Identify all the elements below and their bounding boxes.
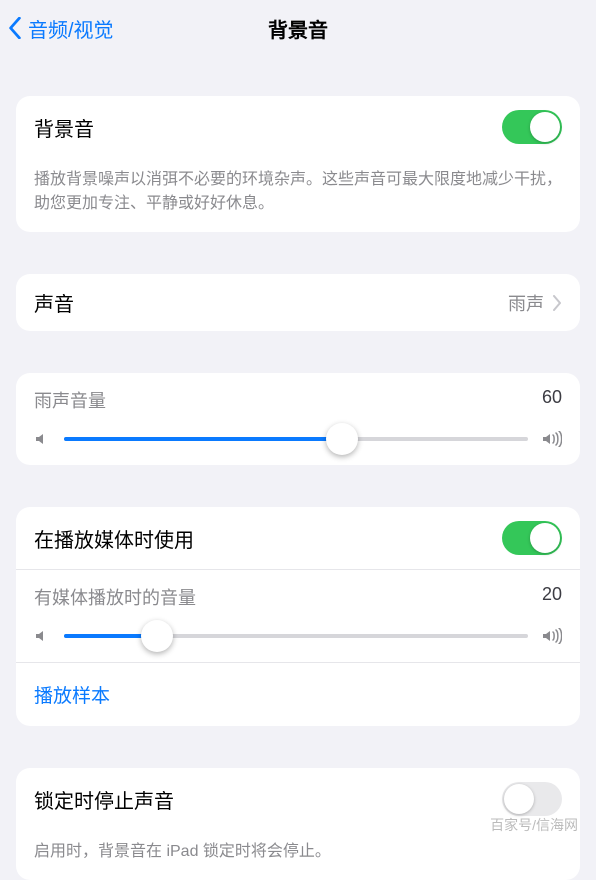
sound-choice-row[interactable]: 声音 雨声 (16, 274, 580, 331)
slider-thumb[interactable] (141, 620, 173, 652)
media-group: 在播放媒体时使用 有媒体播放时的音量 20 播放样 (16, 507, 580, 726)
background-sound-group: 背景音 播放背景噪声以消弭不必要的环境杂声。这些声音可最大限度地减少干扰，助您更… (16, 96, 580, 232)
background-sound-note: 播放背景噪声以消弭不必要的环境杂声。这些声音可最大限度地减少干扰，助您更加专注、… (16, 158, 580, 232)
background-sound-switch[interactable] (502, 110, 562, 144)
sound-choice-value: 雨声 (508, 290, 544, 316)
slider-track[interactable] (64, 634, 528, 638)
stop-on-lock-label: 锁定时停止声音 (34, 785, 174, 814)
rain-volume-label: 雨声音量 (34, 387, 106, 413)
stop-on-lock-switch[interactable] (502, 782, 562, 816)
play-sample-link[interactable]: 播放样本 (34, 686, 110, 707)
chevron-left-icon (8, 17, 22, 39)
back-button[interactable]: 音频/视觉 (8, 14, 114, 43)
rain-volume-value: 60 (542, 387, 562, 413)
navbar: 音频/视觉 背景音 (0, 0, 596, 56)
speaker-high-icon (542, 628, 562, 644)
speaker-low-icon (34, 431, 50, 447)
chevron-right-icon (552, 295, 562, 311)
use-with-media-label: 在播放媒体时使用 (34, 524, 194, 553)
stop-on-lock-row: 锁定时停止声音 (16, 768, 580, 830)
background-sound-row: 背景音 (16, 96, 580, 158)
rain-volume-group: 雨声音量 60 (16, 373, 580, 465)
sound-choice-group: 声音 雨声 (16, 274, 580, 331)
rain-volume-slider[interactable] (34, 431, 562, 447)
speaker-low-icon (34, 628, 50, 644)
stop-on-lock-note: 启用时，背景音在 iPad 锁定时将会停止。 (16, 830, 580, 880)
page-title: 背景音 (268, 14, 328, 43)
use-with-media-row: 在播放媒体时使用 (16, 507, 580, 569)
background-sound-label: 背景音 (34, 113, 94, 142)
media-volume-label: 有媒体播放时的音量 (34, 584, 196, 610)
media-volume-slider[interactable] (34, 628, 562, 644)
speaker-high-icon (542, 431, 562, 447)
back-label: 音频/视觉 (28, 14, 114, 43)
use-with-media-switch[interactable] (502, 521, 562, 555)
stop-on-lock-group: 锁定时停止声音 启用时，背景音在 iPad 锁定时将会停止。 (16, 768, 580, 880)
media-volume-value: 20 (542, 584, 562, 610)
slider-track[interactable] (64, 437, 528, 441)
sound-choice-label: 声音 (34, 288, 74, 317)
slider-thumb[interactable] (326, 423, 358, 455)
